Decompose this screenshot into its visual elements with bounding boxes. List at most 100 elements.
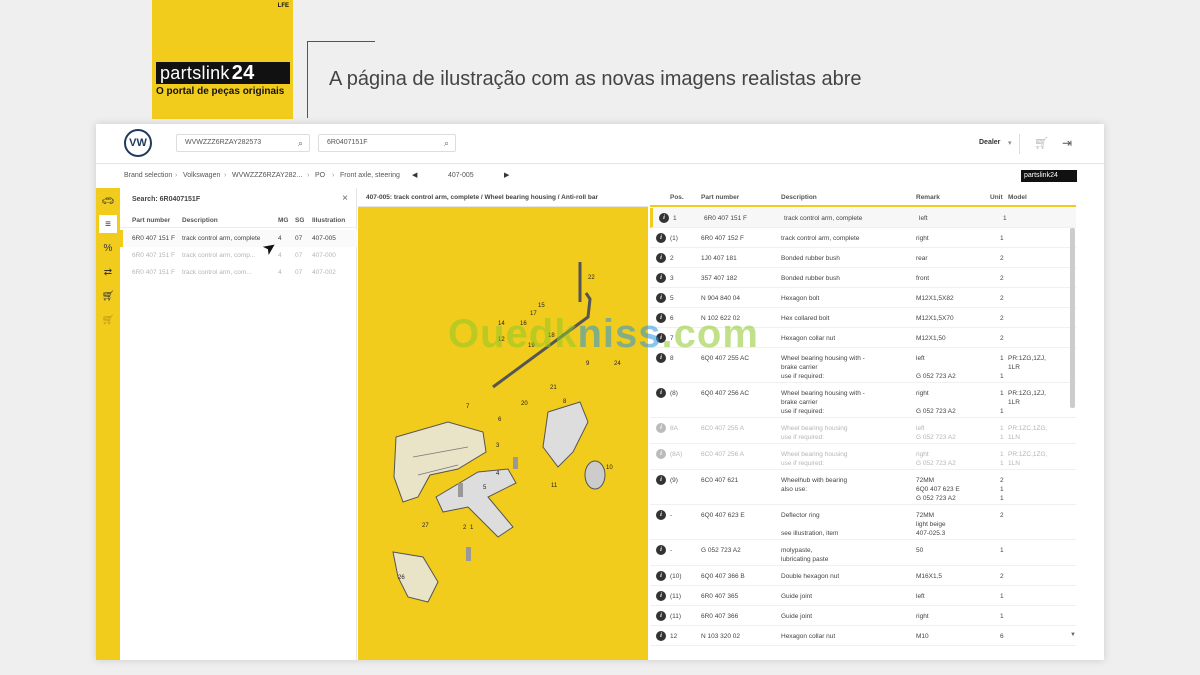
bolt-part[interactable]	[458, 483, 463, 497]
info-icon[interactable]: i	[656, 510, 666, 520]
wheel-hub-part[interactable]	[584, 460, 606, 490]
column-header[interactable]: Illustration	[312, 217, 345, 224]
search-result-row[interactable]: 6R0 407 151 F track control arm, complet…	[120, 230, 357, 247]
vw-logo[interactable]: VW	[124, 129, 152, 157]
info-icon[interactable]: i	[656, 423, 666, 433]
illustration-ref[interactable]: 407-002	[312, 269, 336, 276]
info-icon[interactable]: i	[656, 591, 666, 601]
parts-table-row[interactable]: i (10) 6Q0 407 366 B Double hexagon nut M16X…	[650, 566, 1076, 586]
vin-search-input[interactable]: WVWZZZ6RZAY282573 ⌕	[176, 134, 310, 152]
callout-label: 11	[551, 483, 558, 489]
column-header[interactable]: Unit	[990, 194, 1003, 201]
info-icon[interactable]: i	[656, 273, 666, 283]
cart-icon[interactable]: 🛒︎	[1034, 136, 1049, 150]
remark: M12X1,5X70	[916, 315, 954, 322]
breadcrumb-item[interactable]: Volkswagen	[183, 172, 220, 179]
column-header[interactable]: MG	[278, 217, 288, 224]
column-header[interactable]: Description	[781, 194, 817, 201]
control-arm-part[interactable]	[435, 468, 517, 538]
info-icon[interactable]: i	[656, 388, 666, 398]
parts-table-row[interactable]: i (11) 6R0 407 366 Guide joint right 1	[650, 606, 1076, 626]
exploded-parts-diagram[interactable]: 22 14 16 17 15 18 12 19 9 24 7 21 20 6 8…	[358, 207, 648, 660]
info-icon[interactable]: i	[656, 545, 666, 555]
close-icon[interactable]: ×	[342, 193, 348, 204]
part-number: 6R0 407 151 F	[132, 235, 176, 242]
app-window: VW WVWZZZ6RZAY282573 ⌕ 6R0407151F ⌕ Deal…	[96, 124, 1104, 660]
parts-table-row[interactable]: i5 N 904 840 04 Hexagon bolt M12X1,5X82 2	[650, 288, 1076, 308]
info-icon[interactable]: i	[656, 475, 666, 485]
parts-table-row[interactable]: i (8A) 6C0 407 256 A Wheel bearing housing …	[650, 444, 1076, 470]
column-header[interactable]: SG	[295, 217, 304, 224]
description: Wheelhub with bearing also use:	[781, 477, 848, 493]
unit: 1	[1000, 547, 1004, 554]
illustration-ref[interactable]: 407-000	[312, 252, 336, 259]
parts-table-row[interactable]: i 3 357 407 182 Bonded rubber bush front 2	[650, 268, 1076, 288]
bolt-part[interactable]	[513, 457, 518, 469]
cart-stack-icon[interactable]: 🛒︎	[99, 287, 117, 305]
exchange-icon[interactable]: ⇄	[99, 263, 117, 281]
bolt-part[interactable]	[466, 547, 471, 561]
watermark-part: .com	[661, 312, 759, 356]
part-search-input[interactable]: 6R0407151F ⌕	[318, 134, 456, 152]
unit: 1	[1000, 593, 1004, 600]
parts-table-row[interactable]: i 1 6R0 407 151 Ftrack control arm, comple…	[650, 208, 1076, 228]
info-icon[interactable]: i	[656, 449, 666, 459]
info-icon[interactable]: i	[656, 233, 666, 243]
parts-table-row[interactable]: i (1) 6R0 407 152 F track control arm, comp…	[650, 228, 1076, 248]
scrollbar[interactable]	[1070, 228, 1075, 408]
logout-icon[interactable]: ⇥	[1062, 136, 1072, 150]
info-icon[interactable]: i	[656, 571, 666, 581]
description: Wheel bearing housing use if required:	[781, 451, 848, 467]
previous-arrow-icon[interactable]: ◀	[412, 171, 417, 179]
parts-table-row[interactable]: i- G 052 723 A2 molypaste, lubricating pas…	[650, 540, 1076, 566]
breadcrumb-item[interactable]: Front axle, steering	[340, 172, 400, 179]
position: 3	[670, 275, 674, 282]
description: Hexagon collar nut	[781, 633, 836, 640]
parts-table-row[interactable]: i 2 1J0 407 181 Bonded rubber bush rear 2	[650, 248, 1076, 268]
parts-table-row[interactable]: i (11) 6R0 407 365 Guide joint left 1	[650, 586, 1076, 606]
search-icon[interactable]: ⌕	[298, 138, 303, 149]
search-icon[interactable]: ⌕	[444, 138, 449, 149]
column-header[interactable]: Remark	[916, 194, 940, 201]
breadcrumb-item[interactable]: WVWZZZ6RZAY282...	[232, 172, 302, 179]
chevron-down-icon[interactable]: ▾	[1008, 139, 1012, 147]
scroll-down-icon[interactable]: ▼	[1070, 632, 1076, 638]
position: (1)	[670, 235, 678, 242]
breadcrumb-item[interactable]: PO	[315, 172, 325, 179]
description: track control arm, com...	[182, 269, 252, 276]
illustration-ref[interactable]: 407-005	[312, 235, 336, 242]
parts-table-row[interactable]: i 8A 6C0 407 255 A Wheel bearing housing us…	[650, 418, 1076, 444]
percent-icon[interactable]: %	[99, 239, 117, 257]
info-icon[interactable]: i	[659, 213, 669, 223]
column-header[interactable]: Model	[1008, 194, 1027, 201]
dealer-menu[interactable]: Dealer	[979, 139, 1000, 146]
next-arrow-icon[interactable]: ▶	[504, 171, 509, 179]
column-header[interactable]: Description	[182, 217, 218, 224]
part-number: 6Q0 407 366 B	[701, 573, 745, 580]
search-result-row[interactable]: 6R0 407 151 F track control arm, com... …	[120, 264, 357, 281]
info-icon[interactable]: i	[656, 631, 666, 641]
car-icon[interactable]: 🚗︎	[99, 192, 117, 210]
column-header[interactable]: Part number	[132, 217, 170, 224]
description: track control arm, complete	[784, 215, 863, 222]
unit: 2	[1000, 295, 1004, 302]
info-icon[interactable]: i	[656, 293, 666, 303]
watermark-part: niss	[577, 312, 662, 356]
parts-table-row[interactable]: i - 6Q0 407 623 E Deflector ring see illust…	[650, 505, 1076, 540]
corner-mark: LFE	[277, 3, 289, 9]
chevron-right-icon: ›	[307, 172, 310, 179]
info-icon[interactable]: i	[656, 611, 666, 621]
search-result-row[interactable]: 6R0 407 151 F track control arm, comp...…	[120, 247, 357, 264]
cart-icon[interactable]: 🛒︎	[99, 311, 117, 329]
parts-table-row[interactable]: i (8) 6Q0 407 256 AC Wheel bearing housing …	[650, 383, 1076, 418]
list-search-icon[interactable]: ≡	[99, 215, 117, 233]
column-header[interactable]: Pos.	[670, 194, 684, 201]
parts-table-row[interactable]: i 12 N 103 320 02 Hexagon collar nut M10 6	[650, 626, 1076, 646]
breadcrumb-item[interactable]: Brand selection	[124, 172, 172, 179]
column-header[interactable]: Part number	[701, 194, 739, 201]
info-icon[interactable]: i	[656, 253, 666, 263]
description: molypaste, lubricating paste	[781, 547, 829, 563]
parts-table-row[interactable]: i (9) 6C0 407 621 Wheelhub with bearing als…	[650, 470, 1076, 505]
bearing-housing-part[interactable]	[542, 401, 589, 468]
position: (11)	[670, 593, 682, 600]
